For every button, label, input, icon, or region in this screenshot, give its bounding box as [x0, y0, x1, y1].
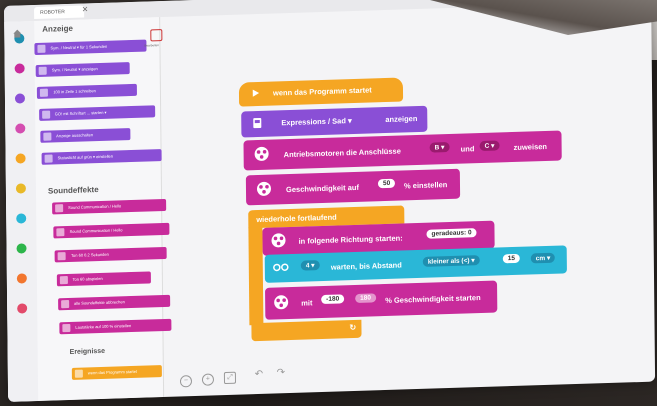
mit-suffix: % Geschwindigkeit starten — [385, 293, 481, 306]
fit-screen-icon[interactable]: ⤢ — [223, 371, 237, 385]
compare-dropdown[interactable]: kleiner als (<) ▾ — [422, 255, 480, 267]
assign-label: Antriebsmotoren die Anschlüsse — [283, 146, 401, 160]
loop-footer: ↻ — [251, 319, 362, 342]
sensor-port-dropdown[interactable]: 4 ▾ — [300, 260, 320, 271]
steer-label: in folgende Richtung starten: — [298, 233, 403, 246]
category-events-icon[interactable] — [15, 153, 26, 164]
hat-label: wenn das Programm startet — [272, 85, 372, 98]
palette-section-sound: Soundeffekte — [47, 185, 99, 196]
category-display-icon[interactable] — [14, 93, 26, 104]
display-icon — [251, 117, 263, 131]
category-sound-icon[interactable] — [15, 123, 26, 134]
movement-icon — [270, 232, 286, 250]
port-a-dropdown[interactable]: B ▾ — [429, 142, 450, 153]
tab-close-icon[interactable]: × — [82, 4, 88, 15]
wait-label: warten, bis Abstand — [330, 260, 402, 272]
palette-section-anzeige: Anzeige — [42, 23, 73, 34]
category-operators-icon[interactable] — [16, 243, 27, 254]
movement-icon — [256, 181, 272, 199]
browser-tab[interactable]: ROBOTER — [34, 5, 85, 20]
palette-section-events: Ereignisse — [69, 347, 106, 356]
home-icon[interactable] — [12, 25, 22, 38]
movement-icon — [254, 146, 270, 164]
category-movement-icon[interactable] — [14, 63, 25, 74]
edit-icon[interactable] — [150, 29, 163, 42]
unit-dropdown[interactable]: cm ▾ — [530, 252, 556, 264]
right-speed-input[interactable]: 180 — [355, 293, 377, 303]
redo-icon[interactable]: ↷ — [276, 367, 286, 378]
set-speed-block[interactable]: Geschwindigkeit auf 50 % einstellen — [245, 168, 461, 206]
display-value-dropdown[interactable]: Expressions / Sad ▾ — [281, 116, 352, 127]
speed-input[interactable]: 50 — [377, 178, 396, 189]
laptop-screen: ROBOTER × Anzeige Sym. / Neutral ▾ für 1… — [4, 0, 656, 402]
loop-arrow-icon: ↻ — [349, 322, 357, 333]
undo-icon[interactable]: ↶ — [254, 369, 264, 380]
speed-suffix: % einstellen — [403, 180, 448, 191]
loop-left-arm — [248, 226, 264, 326]
mit-label: mit — [301, 298, 313, 308]
category-sensors-icon[interactable] — [16, 213, 27, 224]
edit-label: Bearbeiten — [144, 43, 159, 48]
zoom-out-icon[interactable]: − — [179, 375, 193, 388]
when-program-starts-block[interactable]: wenn das Programm startet — [238, 77, 404, 107]
display-suffix: anzeigen — [385, 114, 418, 125]
port-b-dropdown[interactable]: C ▾ — [479, 140, 500, 152]
distance-sensor-icon — [273, 262, 289, 274]
loop-label: wiederhole fortlaufend — [256, 212, 337, 225]
speed-label: Geschwindigkeit auf — [285, 182, 359, 195]
left-speed-input[interactable]: -180 — [321, 294, 345, 305]
assign-drive-motors-block[interactable]: Antriebsmotoren die Anschlüsse B ▾ und C… — [243, 130, 562, 171]
distance-input[interactable]: 15 — [502, 253, 521, 264]
category-myblocks-icon[interactable] — [17, 303, 28, 314]
steer-input[interactable]: geradeaus: 0 — [426, 228, 477, 239]
display-image-block[interactable]: Expressions / Sad ▾ anzeigen — [241, 105, 428, 138]
assign-suffix: zuweisen — [513, 141, 548, 152]
zoom-in-icon[interactable]: + — [201, 373, 215, 386]
category-control-icon[interactable] — [15, 183, 26, 194]
port-conj: und — [460, 144, 475, 154]
movement-icon — [273, 294, 289, 312]
category-variables-icon[interactable] — [16, 273, 27, 284]
category-rail — [4, 21, 39, 402]
play-icon — [251, 88, 260, 99]
start-tank-block[interactable]: mit -180 180 % Geschwindigkeit starten — [265, 280, 498, 320]
